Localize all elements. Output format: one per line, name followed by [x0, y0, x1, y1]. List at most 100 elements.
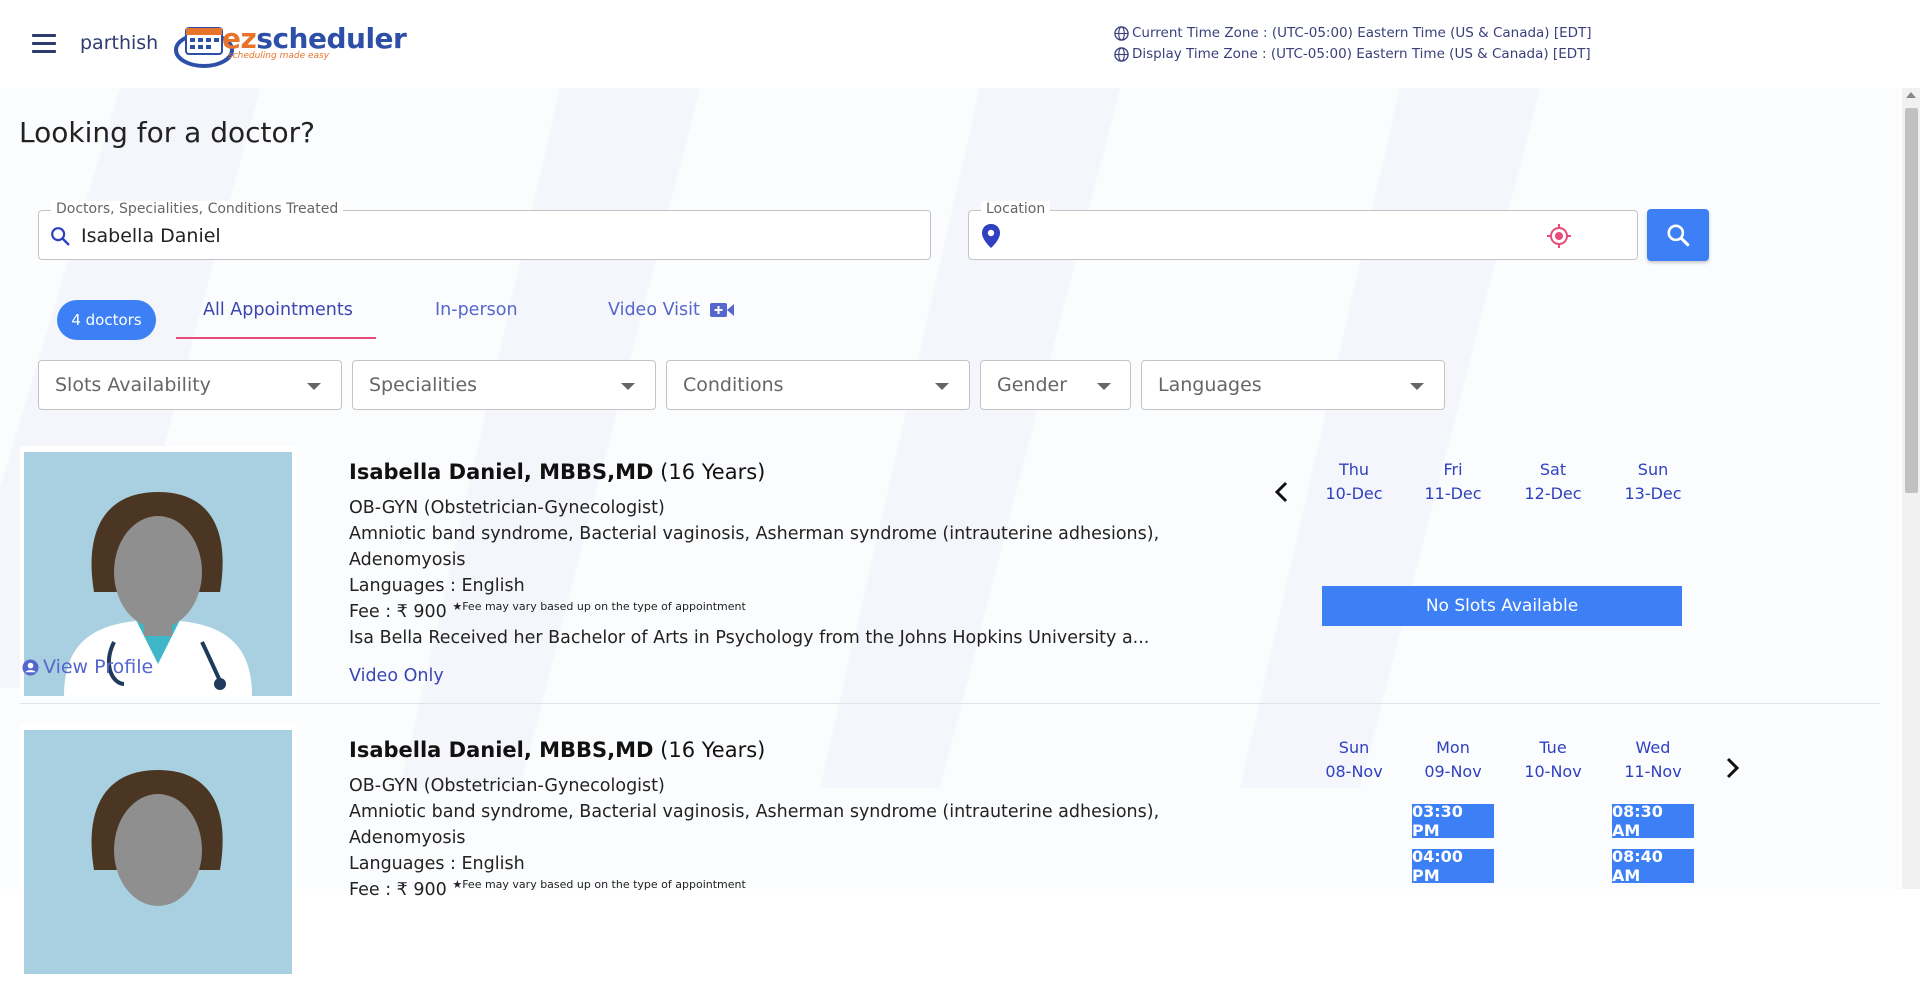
doctor-conditions: Amniotic band syndrome, Bacterial vagino… — [349, 802, 1160, 822]
doctor-name-text: Isabella Daniel, MBBS,MD — [349, 460, 654, 484]
no-slots-banner: No Slots Available — [1322, 586, 1682, 626]
top-bar: parthish ezscheduler scheduling made eas… — [0, 0, 1920, 88]
day-date: 10-Nov — [1524, 762, 1582, 781]
day-name: Sun — [1637, 460, 1669, 479]
time-slot[interactable]: 08:40 AM — [1612, 847, 1694, 885]
card-divider — [20, 703, 1880, 704]
filter-gender[interactable]: Gender — [980, 360, 1131, 410]
chevron-down-icon — [621, 383, 635, 390]
chevron-down-icon — [1097, 383, 1111, 390]
globe-icon — [1114, 46, 1129, 62]
filter-label: Slots Availability — [55, 374, 211, 396]
doctor-search-input[interactable]: Isabella Daniel — [81, 225, 221, 247]
filter-conditions[interactable]: Conditions — [666, 360, 970, 410]
filter-label: Gender — [997, 374, 1068, 396]
day-date: 11-Nov — [1624, 762, 1682, 781]
scroll-up-arrow[interactable] — [1906, 92, 1916, 98]
doctor-count-badge: 4 doctors — [57, 300, 156, 340]
day-column: Thu 10-Dec — [1314, 458, 1394, 506]
day-column: Sun 08-Nov — [1314, 736, 1394, 784]
filter-slots-availability[interactable]: Slots Availability — [38, 360, 342, 410]
filter-specialities[interactable]: Specialities — [352, 360, 656, 410]
video-only-link[interactable]: Video Only — [349, 666, 444, 686]
scroll-thumb[interactable] — [1905, 108, 1918, 493]
doctor-avatar — [20, 724, 296, 974]
day-name: Wed — [1635, 738, 1671, 757]
doctor-name-text: Isabella Daniel, MBBS,MD — [349, 738, 654, 762]
chevron-left-icon[interactable] — [1270, 480, 1294, 504]
filter-label: Languages — [1158, 374, 1262, 396]
day-date: 09-Nov — [1424, 762, 1482, 781]
fee-value: Fee : ₹ 900 — [349, 602, 447, 622]
current-timezone: Current Time Zone : (UTC-05:00) Eastern … — [1114, 25, 1592, 41]
doctor-conditions: Amniotic band syndrome, Bacterial vagino… — [349, 524, 1160, 544]
doctor-name[interactable]: Isabella Daniel, MBBS,MD (16 Years) — [349, 738, 765, 762]
tab-video-visit-label: Video Visit — [608, 300, 700, 320]
day-column: Sun 13-Dec — [1613, 458, 1693, 506]
username: parthish — [80, 32, 159, 54]
day-date: 08-Nov — [1325, 762, 1383, 781]
doctor-specialty: OB-GYN (Obstetrician-Gynecologist) — [349, 776, 665, 796]
day-column: Wed 11-Nov — [1613, 736, 1693, 784]
time-slot[interactable]: 08:30 AM — [1612, 802, 1694, 840]
doctor-conditions-cont: Adenomyosis — [349, 550, 466, 570]
day-column: Mon 09-Nov — [1413, 736, 1493, 784]
doctor-fee: Fee : ₹ 900 ★Fee may vary based up on th… — [349, 600, 746, 622]
doctor-fee: Fee : ₹ 900 ★Fee may vary based up on th… — [349, 878, 746, 900]
location-label: Location — [981, 201, 1051, 217]
locate-me-icon[interactable] — [1546, 223, 1572, 249]
tab-all-appointments[interactable]: All Appointments — [203, 300, 353, 320]
day-date: 12-Dec — [1524, 484, 1582, 503]
doctor-name[interactable]: Isabella Daniel, MBBS,MD (16 Years) — [349, 460, 765, 484]
chevron-right-icon[interactable] — [1720, 756, 1744, 780]
day-name: Thu — [1338, 460, 1370, 479]
search-icon — [1667, 224, 1690, 247]
search-icon — [51, 227, 70, 246]
account-circle-icon — [22, 658, 39, 676]
doctor-bio: Isa Bella Received her Bachelor of Arts … — [349, 628, 1150, 648]
fee-note: ★Fee may vary based up on the type of ap… — [452, 878, 746, 891]
doctor-avatar: View Profile — [20, 446, 296, 696]
chevron-down-icon — [1410, 383, 1424, 390]
location-field[interactable]: Location — [968, 201, 1638, 260]
day-column: Fri 11-Dec — [1413, 458, 1493, 506]
chevron-down-icon — [935, 383, 949, 390]
tab-video-visit[interactable]: Video Visit — [608, 300, 734, 320]
doctor-specialty: OB-GYN (Obstetrician-Gynecologist) — [349, 498, 665, 518]
doctor-languages: Languages : English — [349, 576, 525, 596]
fee-value: Fee : ₹ 900 — [349, 880, 447, 900]
current-timezone-text: Current Time Zone : (UTC-05:00) Eastern … — [1132, 25, 1592, 41]
time-slot[interactable]: 04:00 PM — [1412, 847, 1494, 885]
doctor-languages: Languages : English — [349, 854, 525, 874]
tab-in-person[interactable]: In-person — [435, 300, 518, 320]
day-date: 10-Dec — [1325, 484, 1383, 503]
day-column: Sat 12-Dec — [1513, 458, 1593, 506]
doctor-experience: (16 Years) — [660, 460, 766, 484]
active-tab-indicator — [176, 337, 376, 339]
day-date: 11-Dec — [1424, 484, 1482, 503]
filter-label: Conditions — [683, 374, 784, 396]
globe-icon — [1114, 25, 1129, 41]
view-profile-label: View Profile — [43, 656, 154, 678]
day-name: Fri — [1443, 460, 1463, 479]
menu-icon[interactable] — [32, 34, 56, 54]
page-title: Looking for a doctor? — [19, 116, 316, 149]
time-slot[interactable]: 03:30 PM — [1412, 802, 1494, 840]
day-name: Sat — [1539, 460, 1567, 479]
video-camera-icon — [709, 303, 734, 317]
display-timezone: Display Time Zone : (UTC-05:00) Eastern … — [1114, 46, 1591, 62]
filter-label: Specialities — [369, 374, 478, 396]
fee-note: ★Fee may vary based up on the type of ap… — [452, 600, 746, 613]
doctor-conditions-cont: Adenomyosis — [349, 828, 466, 848]
doctor-avatar-image — [24, 730, 292, 974]
day-name: Tue — [1539, 738, 1567, 757]
display-timezone-text: Display Time Zone : (UTC-05:00) Eastern … — [1132, 46, 1591, 62]
doctor-search-field[interactable]: Doctors, Specialities, Conditions Treate… — [38, 201, 931, 260]
doctor-search-label: Doctors, Specialities, Conditions Treate… — [51, 201, 344, 217]
day-name: Sun — [1338, 738, 1370, 757]
search-button[interactable] — [1647, 209, 1709, 261]
doctor-card: Isabella Daniel, MBBS,MD (16 Years) OB-G… — [20, 724, 1880, 994]
filter-languages[interactable]: Languages — [1141, 360, 1445, 410]
view-profile-link[interactable]: View Profile — [22, 656, 153, 678]
doctor-experience: (16 Years) — [660, 738, 766, 762]
